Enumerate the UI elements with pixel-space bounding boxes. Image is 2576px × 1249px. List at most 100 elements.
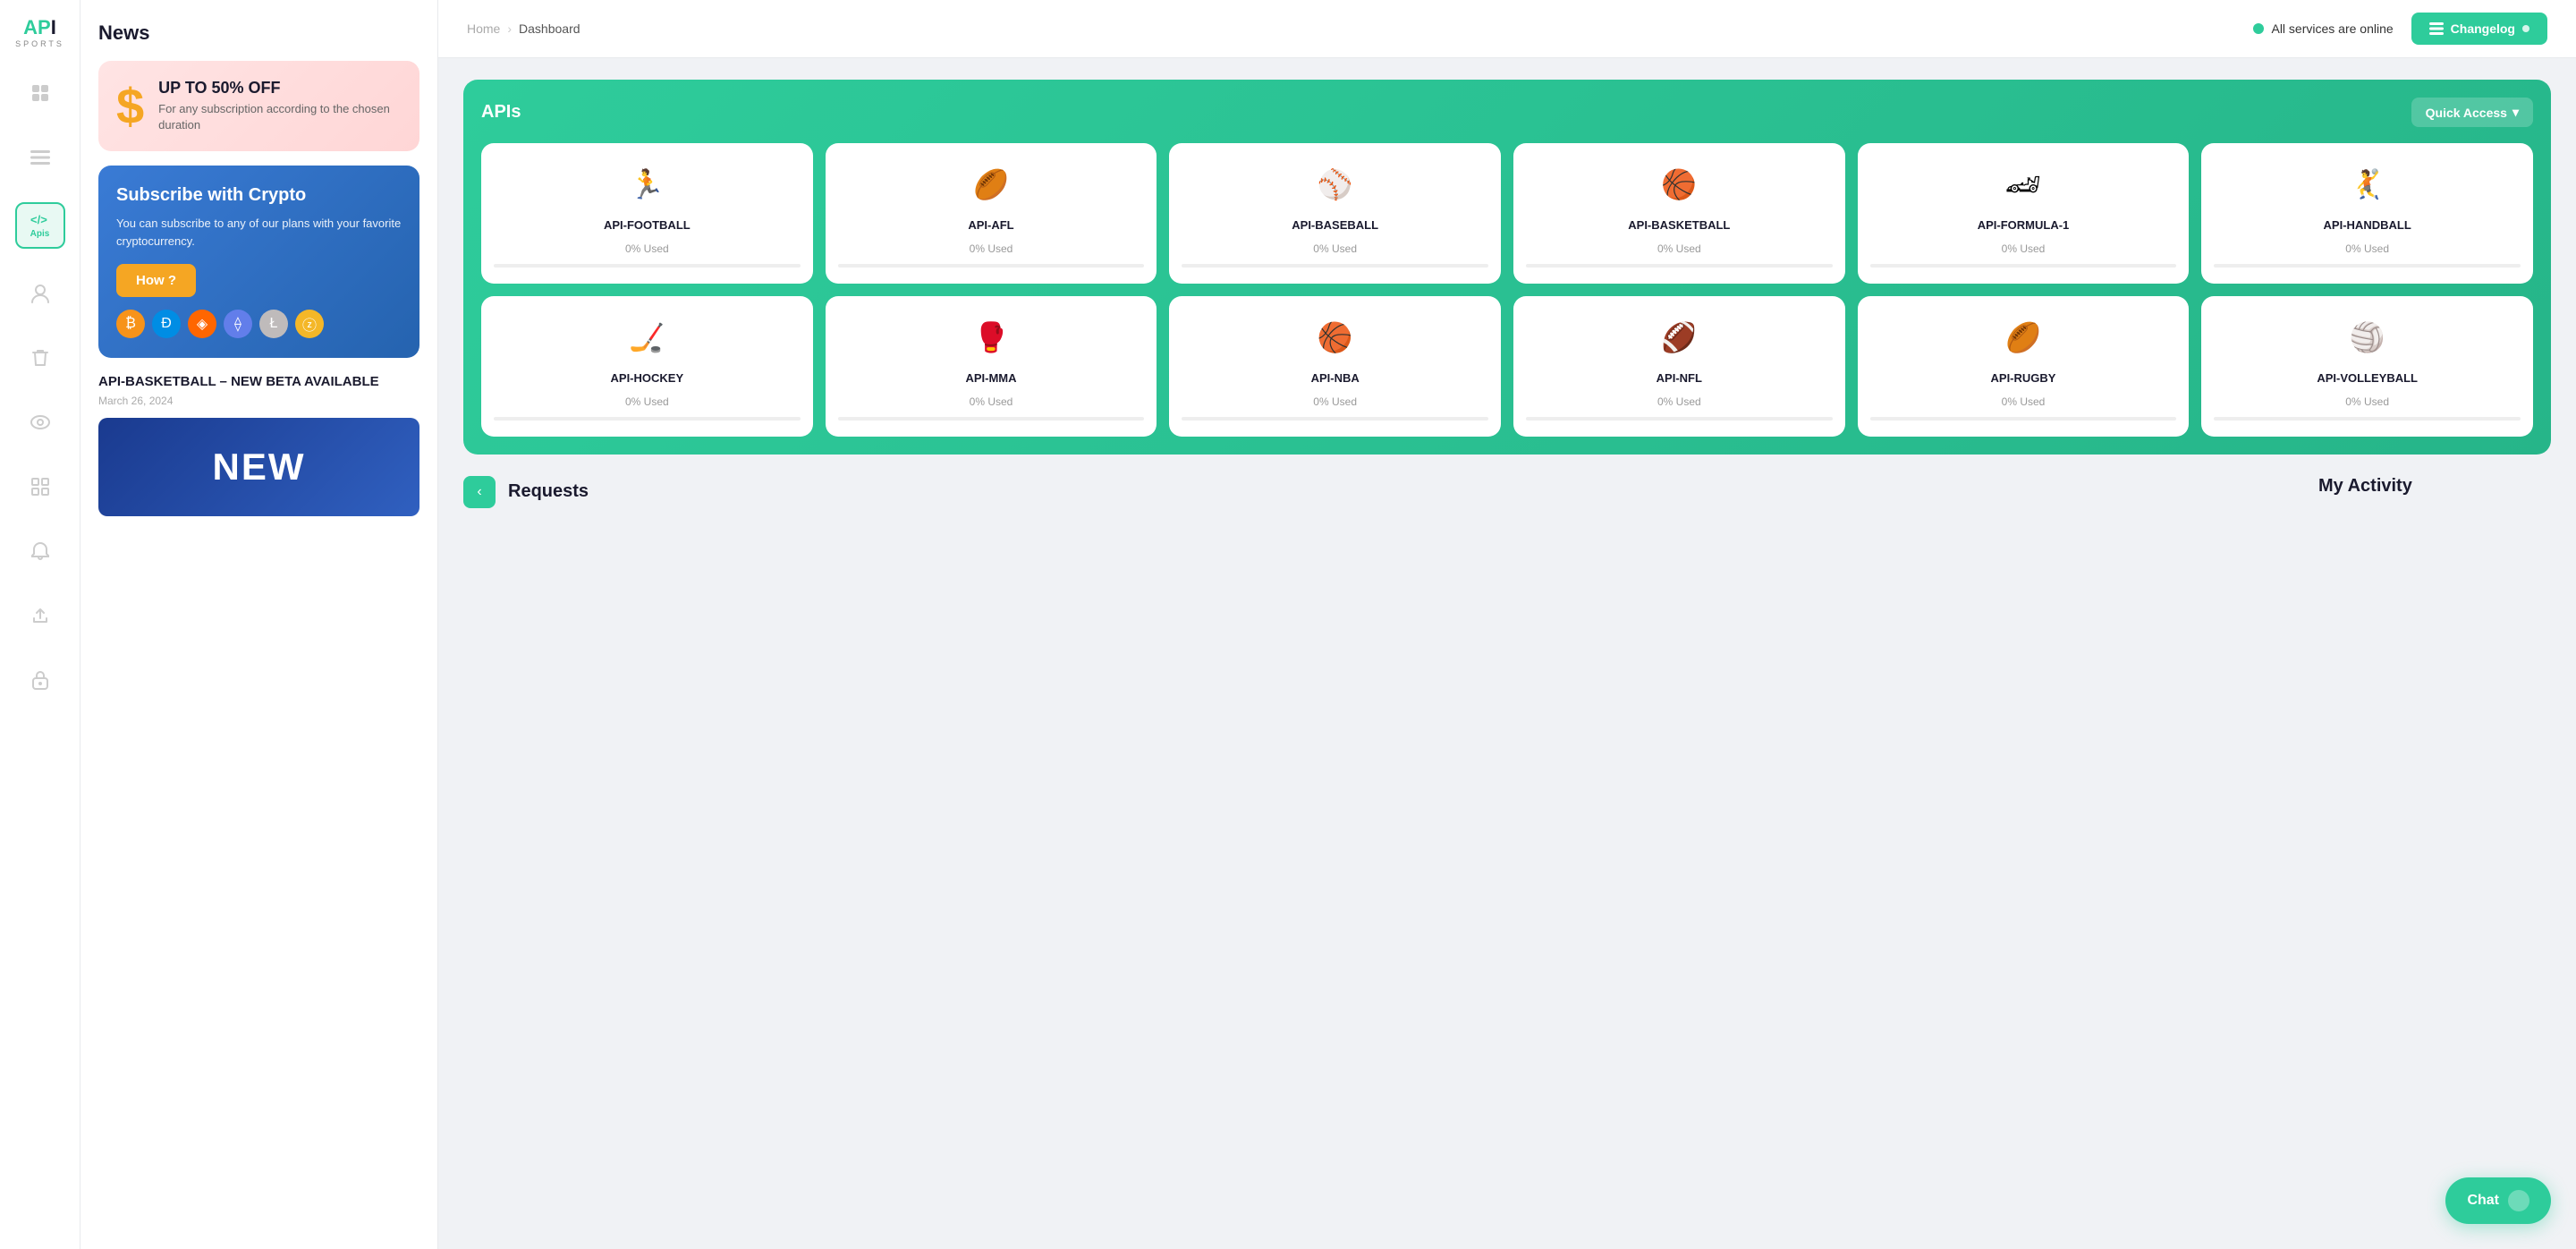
api-card-used: 0% Used (2002, 242, 2046, 255)
sidebar-item-lock[interactable] (21, 660, 60, 700)
api-card-name: API-VOLLEYBALL (2317, 371, 2418, 387)
api-card-api-nfl[interactable]: 🏈 API-NFL 0% Used (1513, 296, 1845, 437)
sidebar-item-bell[interactable] (21, 531, 60, 571)
sidebar-item-grid2[interactable] (21, 467, 60, 506)
api-card-bar (494, 417, 801, 421)
article-thumbnail[interactable]: NEW (98, 418, 419, 516)
api-card-used: 0% Used (2002, 395, 2046, 408)
sidebar-item-eye[interactable] (21, 403, 60, 442)
api-card-used: 0% Used (2345, 242, 2389, 255)
api-card-api-hockey[interactable]: 🏒 API-HOCKEY 0% Used (481, 296, 813, 437)
news-title: News (98, 21, 419, 45)
dash-icon: Ð (152, 310, 181, 338)
api-card-api-volleyball[interactable]: 🏐 API-VOLLEYBALL 0% Used (2201, 296, 2533, 437)
monero-icon: ◈ (188, 310, 216, 338)
activity-section: My Activity (2318, 476, 2551, 497)
sidebar-item-trash[interactable] (21, 338, 60, 378)
litecoin-icon: Ł (259, 310, 288, 338)
api-card-bar (494, 264, 801, 268)
chat-label: Chat (2467, 1193, 2499, 1209)
api-card-used: 0% Used (970, 395, 1013, 408)
svg-text:</>: </> (30, 213, 47, 226)
topbar-right: All services are online Changelog (2253, 13, 2547, 45)
news-panel: News $ UP TO 50% OFF For any subscriptio… (80, 0, 438, 1249)
news-article: API-BASKETBALL – NEW BETA AVAILABLE Marc… (98, 372, 419, 516)
changelog-dot-indicator (2522, 25, 2529, 32)
activity-title: My Activity (2318, 476, 2412, 496)
article-heading: API-BASKETBALL – NEW BETA AVAILABLE (98, 372, 419, 391)
api-card-name: API-BASEBALL (1292, 218, 1378, 234)
requests-title: Requests (508, 481, 589, 502)
api-card-used: 0% Used (1657, 395, 1701, 408)
api-card-name: API-FORMULA-1 (1978, 218, 2070, 234)
api-card-bar (1182, 264, 1488, 268)
breadcrumb: Home › Dashboard (467, 21, 580, 36)
api-card-used: 0% Used (1657, 242, 1701, 255)
api-card-bar (838, 417, 1145, 421)
ethereum-icon: ⟠ (224, 310, 252, 338)
api-card-api-baseball[interactable]: ⚾ API-BASEBALL 0% Used (1169, 143, 1501, 284)
crypto-icons-row: ₿ Ð ◈ ⟠ Ł ⓩ (116, 310, 402, 338)
api-card-bar (1526, 264, 1833, 268)
promo-crypto-heading: Subscribe with Crypto (116, 185, 402, 206)
api-card-api-basketball[interactable]: 🏀 API-BASKETBALL 0% Used (1513, 143, 1845, 284)
how-button[interactable]: How ? (116, 264, 196, 297)
api-card-icon: 🏉 (1998, 312, 2048, 362)
api-card-api-formula-1[interactable]: 🏎 API-FORMULA-1 0% Used (1858, 143, 2190, 284)
api-card-used: 0% Used (625, 395, 669, 408)
api-card-used: 0% Used (1313, 395, 1357, 408)
main-content: Home › Dashboard All services are online… (438, 0, 2576, 1249)
api-card-icon: 🏒 (622, 312, 672, 362)
api-card-used: 0% Used (970, 242, 1013, 255)
requests-section: ‹ Requests (463, 476, 2301, 508)
breadcrumb-home[interactable]: Home (467, 21, 500, 36)
sidebar-item-apis[interactable]: </> Apis (15, 202, 65, 249)
sidebar-item-user[interactable] (21, 274, 60, 313)
api-card-icon: 🥊 (966, 312, 1016, 362)
article-date: March 26, 2024 (98, 395, 419, 407)
promo-sale-body: For any subscription according to the ch… (158, 101, 402, 133)
api-card-api-handball[interactable]: 🤾 API-HANDBALL 0% Used (2201, 143, 2533, 284)
api-card-icon: 🏈 (1654, 312, 1704, 362)
sidebar-item-list[interactable] (21, 138, 60, 177)
api-card-api-mma[interactable]: 🥊 API-MMA 0% Used (826, 296, 1157, 437)
api-card-icon: 🏎 (1998, 159, 2048, 209)
promo-sale-card[interactable]: $ UP TO 50% OFF For any subscription acc… (98, 61, 419, 151)
zcash-icon: ⓩ (295, 310, 324, 338)
api-card-bar (1870, 417, 2177, 421)
sidebar-item-export[interactable] (21, 596, 60, 635)
api-card-icon: 🏐 (2343, 312, 2393, 362)
apis-section: APIs Quick Access ▾ 🏃 API-FOOTBALL 0% Us… (463, 80, 2551, 455)
api-card-bar (2214, 264, 2521, 268)
apis-header: APIs Quick Access ▾ (481, 98, 2533, 127)
chat-toggle-icon (2508, 1190, 2529, 1211)
api-card-api-afl[interactable]: 🏉 API-AFL 0% Used (826, 143, 1157, 284)
chat-button[interactable]: Chat (2445, 1177, 2551, 1224)
topbar: Home › Dashboard All services are online… (438, 0, 2576, 58)
api-card-used: 0% Used (2345, 395, 2389, 408)
collapse-button[interactable]: ‹ (463, 476, 496, 508)
api-cards-row1: 🏃 API-FOOTBALL 0% Used 🏉 API-AFL 0% Used… (481, 143, 2533, 284)
breadcrumb-current: Dashboard (519, 21, 580, 36)
api-card-api-nba[interactable]: 🏀 API-NBA 0% Used (1169, 296, 1501, 437)
changelog-button[interactable]: Changelog (2411, 13, 2547, 45)
api-cards-row2: 🏒 API-HOCKEY 0% Used 🥊 API-MMA 0% Used 🏀… (481, 296, 2533, 437)
promo-dollar-sign: $ (116, 81, 144, 132)
api-card-bar (2214, 417, 2521, 421)
status-text: All services are online (2271, 21, 2393, 36)
api-card-icon: 🏉 (966, 159, 1016, 209)
status-dot-icon (2253, 23, 2264, 34)
api-card-name: API-MMA (965, 371, 1016, 387)
api-card-icon: 🏀 (1310, 312, 1360, 362)
quick-access-button[interactable]: Quick Access ▾ (2411, 98, 2533, 127)
api-card-api-rugby[interactable]: 🏉 API-RUGBY 0% Used (1858, 296, 2190, 437)
sidebar-item-dashboard[interactable] (21, 73, 60, 113)
apis-label: APIs (481, 102, 521, 123)
api-card-api-football[interactable]: 🏃 API-FOOTBALL 0% Used (481, 143, 813, 284)
api-card-name: API-NFL (1657, 371, 1702, 387)
sidebar: API SPORTS </> Apis (0, 0, 80, 1249)
promo-crypto-card[interactable]: Subscribe with Crypto You can subscribe … (98, 166, 419, 358)
api-card-name: API-HANDBALL (2324, 218, 2411, 234)
api-card-name: API-FOOTBALL (604, 218, 691, 234)
api-card-bar (1526, 417, 1833, 421)
